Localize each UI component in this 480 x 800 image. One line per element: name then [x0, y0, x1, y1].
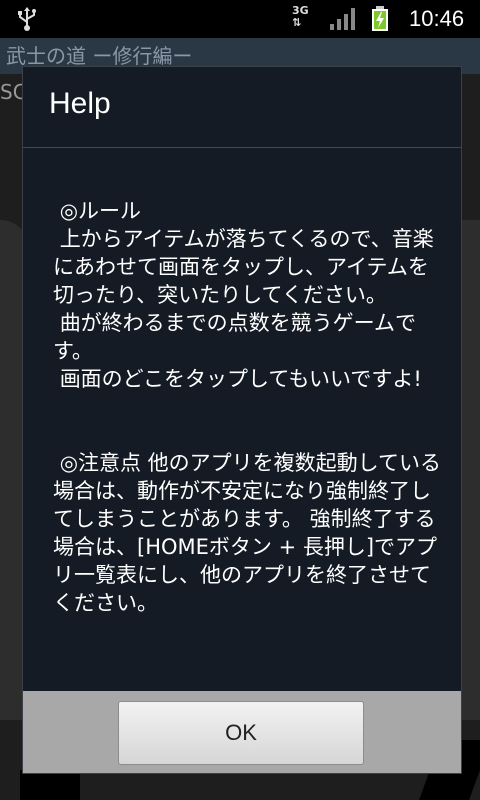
dialog-divider [23, 147, 461, 148]
network-3g-icon: 3G ⇅ [292, 5, 309, 29]
help-dialog: Help ◎ルール 上からアイテムが落ちてくるので、音楽にあわせて画面をタップし… [22, 66, 462, 774]
dialog-button-bar: OK [23, 691, 461, 773]
dialog-message[interactable]: ◎ルール 上からアイテムが落ちてくるので、音楽にあわせて画面をタップし、アイテム… [53, 197, 443, 689]
dialog-title: Help [49, 87, 111, 120]
background-shape-bottom-left [20, 770, 80, 800]
signal-icon [330, 8, 355, 30]
clock: 10:46 [409, 6, 465, 31]
usb-icon [18, 7, 36, 31]
ok-button[interactable]: OK [118, 701, 364, 765]
data-arrows-icon: ⇅ [292, 16, 302, 29]
battery-charging-icon [372, 6, 388, 31]
status-bar: 3G ⇅ 10:46 [0, 0, 480, 38]
